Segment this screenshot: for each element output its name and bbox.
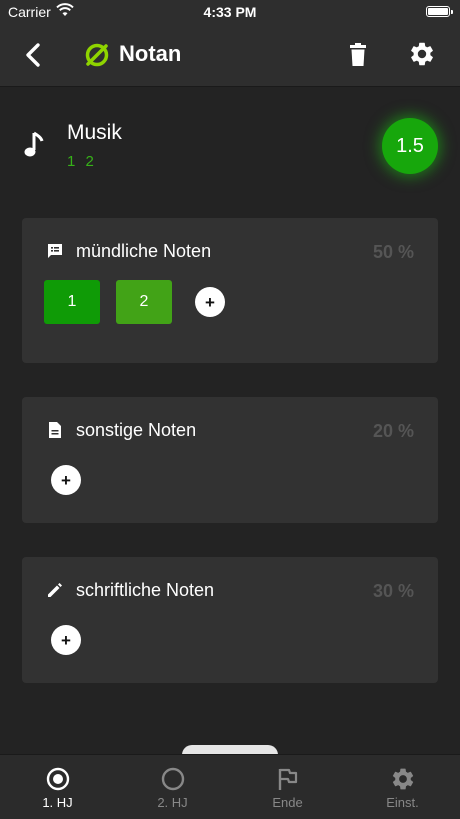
music-note-icon bbox=[24, 131, 44, 157]
trash-icon[interactable] bbox=[345, 41, 371, 69]
section-weight: 30 % bbox=[372, 581, 414, 601]
tab-label: Ende bbox=[272, 795, 303, 810]
subject-name: Musik bbox=[67, 121, 122, 144]
average-grade-badge: 1.5 bbox=[382, 118, 438, 174]
section-card-other: sonstige Noten 20 % + bbox=[22, 397, 438, 523]
section-title: schriftliche Noten bbox=[76, 580, 215, 600]
tab-first-half[interactable]: 1. HJ bbox=[0, 755, 115, 819]
app-logo-icon bbox=[85, 43, 109, 67]
add-grade-button[interactable]: + bbox=[195, 287, 225, 317]
status-bar: Carrier 4:33 PM bbox=[0, 0, 460, 24]
section-card-written: schriftliche Noten 30 % + bbox=[22, 557, 438, 683]
grade-chip[interactable]: 2 bbox=[116, 280, 172, 324]
settings-gear-icon[interactable] bbox=[408, 40, 436, 68]
section-title: mündliche Noten bbox=[76, 241, 212, 261]
flag-icon bbox=[278, 768, 298, 790]
radio-empty-icon bbox=[161, 767, 185, 791]
section-title: sonstige Noten bbox=[76, 420, 197, 440]
tab-label: Einst. bbox=[386, 795, 419, 810]
tab-label: 2. HJ bbox=[157, 795, 188, 810]
add-grade-button[interactable]: + bbox=[51, 465, 81, 495]
tab-label: 1. HJ bbox=[42, 795, 73, 810]
grade-chip[interactable]: 1 bbox=[44, 280, 100, 324]
section-card-oral: mündliche Noten 50 % 1 2 + bbox=[22, 218, 438, 363]
gear-icon bbox=[392, 768, 414, 790]
tab-settings[interactable]: Einst. bbox=[345, 755, 460, 819]
pencil-icon bbox=[48, 583, 62, 597]
add-grade-button[interactable]: + bbox=[51, 625, 81, 655]
tab-second-half[interactable]: 2. HJ bbox=[115, 755, 230, 819]
section-weight: 20 % bbox=[372, 421, 414, 441]
radio-selected-icon bbox=[46, 767, 70, 791]
tab-end[interactable]: Ende bbox=[230, 755, 345, 819]
page-title: Notan bbox=[119, 41, 182, 66]
notes-list-icon bbox=[48, 244, 62, 258]
clock: 4:33 PM bbox=[203, 4, 257, 20]
subject-grades-summary: 1 2 bbox=[67, 153, 94, 170]
battery-icon bbox=[426, 6, 453, 17]
nav-bar: Notan bbox=[0, 24, 460, 87]
back-arrow-icon[interactable] bbox=[20, 41, 46, 69]
section-weight: 50 % bbox=[372, 242, 414, 262]
document-icon bbox=[49, 422, 61, 438]
tab-bar: 1. HJ 2. HJ Ende Einst. bbox=[0, 754, 460, 819]
